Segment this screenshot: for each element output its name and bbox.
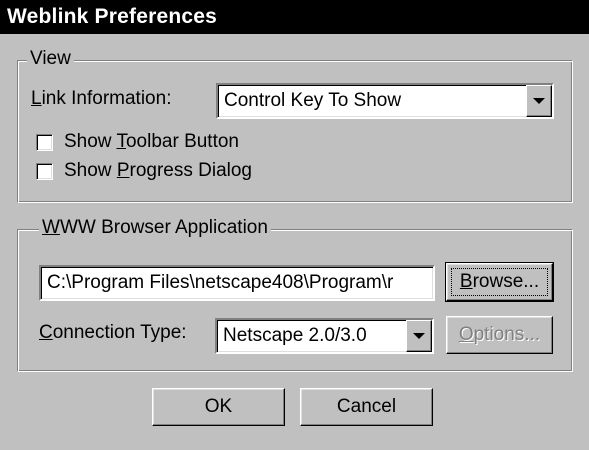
show-toolbar-mnemonic: T	[116, 131, 126, 152]
browse-button[interactable]: Browse...	[445, 262, 554, 302]
browse-button-label: Browse...	[447, 264, 552, 300]
link-information-dropdown[interactable]: Control Key To Show	[216, 83, 554, 119]
connection-type-dropdown-button[interactable]	[406, 320, 432, 352]
weblink-preferences-dialog: Weblink Preferences View Link Informatio…	[0, 0, 589, 450]
link-information-mnemonic: L	[31, 88, 42, 109]
link-information-label: Link Information:	[31, 88, 171, 110]
show-toolbar-label-post: oolbar Button	[125, 131, 239, 152]
browser-group-legend: WWW Browser Application	[39, 218, 271, 238]
chevron-down-icon	[413, 333, 425, 339]
connection-type-label: Connection Type:	[39, 322, 187, 344]
show-progress-dialog-checkbox[interactable]	[36, 163, 53, 180]
options-button[interactable]: Options...	[446, 316, 553, 354]
ok-button[interactable]: OK	[152, 388, 285, 426]
options-mnemonic: O	[458, 324, 474, 345]
link-information-dropdown-button[interactable]	[526, 85, 552, 117]
link-information-value: Control Key To Show	[224, 90, 402, 111]
browse-label-rest: rowse...	[472, 271, 540, 292]
connection-type-dropdown[interactable]: Netscape 2.0/3.0	[215, 318, 434, 354]
browser-legend-rest: WW Browser Application	[59, 217, 268, 238]
view-group-legend: View	[27, 49, 74, 69]
options-button-label: Options...	[447, 317, 552, 353]
show-progress-label-pre: Show	[64, 160, 117, 181]
options-label-rest: ptions...	[473, 324, 541, 345]
ok-button-label: OK	[204, 396, 233, 417]
link-information-label-rest: ink Information:	[41, 88, 172, 109]
browser-path-input[interactable]: C:\Program Files\netscape408\Program\r	[39, 265, 435, 301]
connection-type-label-rest: onnection Type:	[52, 322, 187, 343]
show-progress-dialog-label[interactable]: Show Progress Dialog	[64, 160, 252, 182]
window-title: Weblink Preferences	[0, 0, 589, 34]
show-toolbar-label-pre: Show	[64, 131, 117, 152]
cancel-button[interactable]: Cancel	[300, 388, 433, 426]
cancel-button-label: Cancel	[336, 396, 397, 417]
browse-mnemonic: B	[459, 271, 473, 292]
browser-path-value: C:\Program Files\netscape408\Program\r	[47, 272, 394, 293]
show-toolbar-button-label[interactable]: Show Toolbar Button	[64, 131, 239, 153]
show-toolbar-button-checkbox[interactable]	[36, 134, 53, 151]
show-progress-label-post: rogress Dialog	[129, 160, 253, 181]
chevron-down-icon	[533, 98, 545, 104]
show-progress-mnemonic: P	[116, 160, 130, 181]
browser-legend-mnemonic: W	[42, 217, 60, 238]
connection-type-value: Netscape 2.0/3.0	[223, 325, 367, 346]
connection-type-mnemonic: C	[39, 322, 53, 343]
